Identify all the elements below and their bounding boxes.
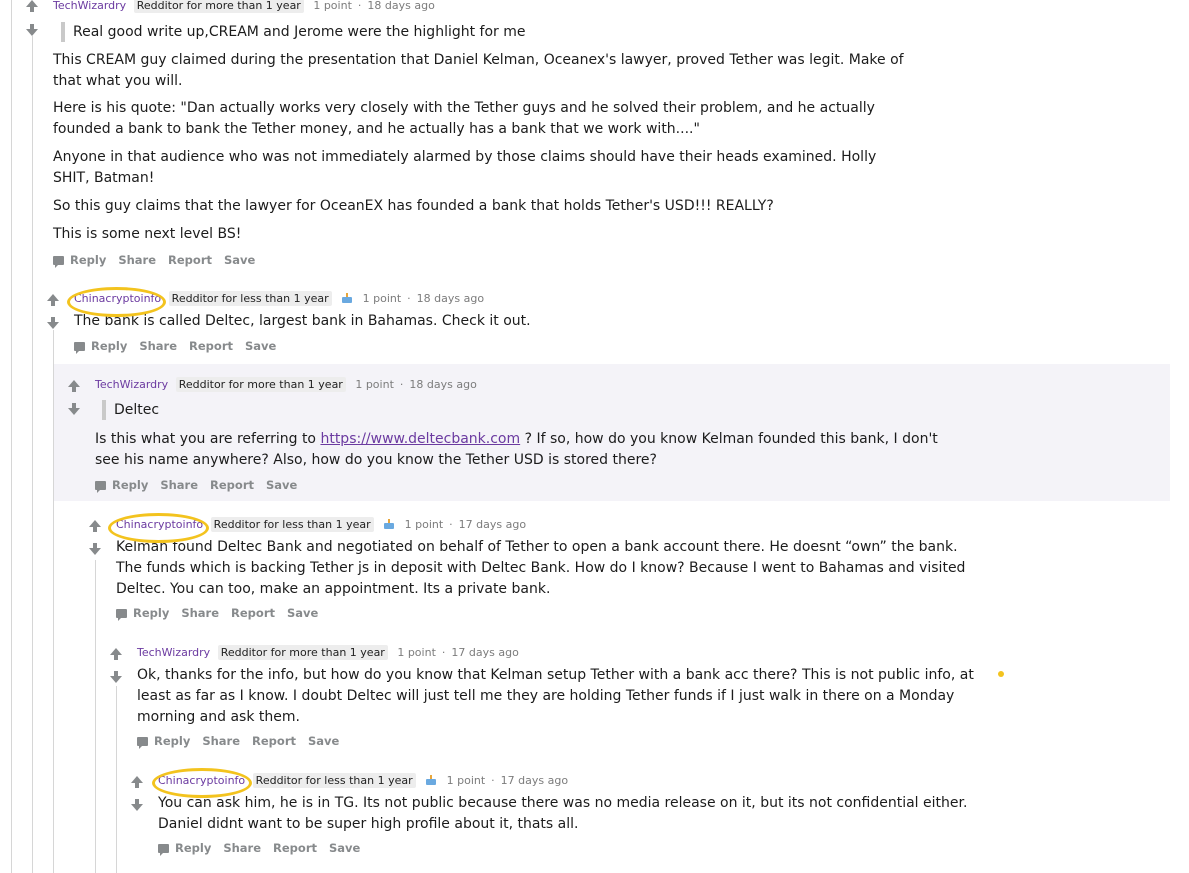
- timestamp[interactable]: 17 days ago: [451, 646, 518, 659]
- comment-meta: Chinacryptoinfo Redditor for less than 1…: [158, 773, 569, 788]
- comment-icon: [137, 737, 148, 749]
- save-button[interactable]: Save: [266, 478, 297, 492]
- user-flair: Redditor for more than 1 year: [175, 377, 346, 392]
- comment-body: This CREAM guy claimed during the presen…: [53, 52, 904, 89]
- upvote-icon[interactable]: [47, 294, 59, 306]
- points: 1 point: [355, 378, 394, 391]
- upvote-icon[interactable]: [89, 520, 101, 532]
- comment-body: Anyone in that audience who was not imme…: [53, 149, 877, 186]
- reply-button[interactable]: Reply: [116, 606, 169, 621]
- points: 1 point: [404, 518, 444, 531]
- thread-line[interactable]: [11, 0, 12, 873]
- comment-actions: Reply Share Report Save: [53, 253, 267, 268]
- upvote-icon[interactable]: [110, 648, 122, 660]
- cake-day-icon: [425, 775, 437, 785]
- username-link[interactable]: Chinacryptoinfo: [74, 292, 161, 305]
- upvote-icon[interactable]: [68, 380, 80, 392]
- upvote-icon[interactable]: [26, 0, 38, 12]
- save-button[interactable]: Save: [245, 339, 276, 353]
- comment-meta: TechWizardry Redditor for more than 1 ye…: [137, 645, 519, 660]
- user-flair: Redditor for more than 1 year: [133, 0, 304, 13]
- quoted-text: Real good write up,CREAM and Jerome were…: [61, 22, 526, 42]
- reply-button[interactable]: Reply: [53, 253, 106, 268]
- timestamp[interactable]: 18 days ago: [409, 378, 476, 391]
- comment-meta: Chinacryptoinfo Redditor for less than 1…: [74, 291, 485, 306]
- comment-icon: [116, 609, 127, 621]
- reply-button[interactable]: Reply: [74, 339, 127, 354]
- timestamp[interactable]: 17 days ago: [459, 518, 526, 531]
- points: 1 point: [313, 0, 352, 12]
- points: 1 point: [397, 646, 436, 659]
- report-button[interactable]: Report: [189, 339, 233, 353]
- comment-body: So this guy claims that the lawyer for O…: [53, 198, 774, 214]
- share-button[interactable]: Share: [223, 841, 261, 855]
- username-link[interactable]: TechWizardry: [95, 378, 168, 391]
- comment-body: Is this what you are referring to https:…: [95, 431, 938, 468]
- comment-actions: Reply Share Report Save: [95, 478, 309, 493]
- downvote-icon[interactable]: [131, 799, 143, 811]
- timestamp[interactable]: 18 days ago: [367, 0, 434, 12]
- thread-line[interactable]: [116, 686, 117, 873]
- username-link[interactable]: TechWizardry: [53, 0, 126, 12]
- upvote-icon[interactable]: [131, 776, 143, 788]
- thread-line[interactable]: [32, 36, 33, 873]
- comment-actions: Reply Share Report Save: [74, 339, 288, 354]
- comment-actions: Reply Share Report Save: [116, 606, 330, 621]
- comment-icon: [158, 844, 169, 856]
- reply-button[interactable]: Reply: [95, 478, 148, 493]
- comment-body: You can ask him, he is in TG. Its not pu…: [158, 795, 968, 832]
- username-link[interactable]: Chinacryptoinfo: [158, 774, 245, 787]
- comment-body: This is some next level BS!: [53, 226, 242, 242]
- comment-icon: [95, 481, 106, 493]
- downvote-icon[interactable]: [110, 671, 122, 683]
- annotation-mark: [998, 671, 1004, 677]
- cake-day-icon: [341, 293, 353, 303]
- save-button[interactable]: Save: [224, 253, 255, 267]
- points: 1 point: [446, 774, 486, 787]
- comment-actions: Reply Share Report Save: [158, 841, 372, 856]
- save-button[interactable]: Save: [329, 841, 360, 855]
- downvote-icon[interactable]: [68, 403, 80, 415]
- timestamp[interactable]: 17 days ago: [501, 774, 568, 787]
- thread-line[interactable]: [95, 560, 96, 873]
- save-button[interactable]: Save: [308, 734, 339, 748]
- comment-icon: [74, 342, 85, 354]
- share-button[interactable]: Share: [118, 253, 156, 267]
- report-button[interactable]: Report: [210, 478, 254, 492]
- comment-icon: [53, 256, 64, 268]
- comment-meta: Chinacryptoinfo Redditor for less than 1…: [116, 517, 527, 532]
- timestamp[interactable]: 18 days ago: [417, 292, 484, 305]
- user-flair: Redditor for more than 1 year: [217, 645, 388, 660]
- comment-actions: Reply Share Report Save: [137, 734, 351, 749]
- report-button[interactable]: Report: [273, 841, 317, 855]
- cake-day-icon: [383, 519, 395, 529]
- comment-body: The bank is called Deltec, largest bank …: [74, 313, 531, 329]
- quoted-text: Deltec: [102, 400, 159, 420]
- reply-button[interactable]: Reply: [137, 734, 190, 749]
- share-button[interactable]: Share: [202, 734, 240, 748]
- user-flair: Redditor for less than 1 year: [210, 517, 374, 532]
- save-button[interactable]: Save: [287, 606, 318, 620]
- points: 1 point: [362, 292, 402, 305]
- user-flair: Redditor for less than 1 year: [252, 773, 416, 788]
- username-link[interactable]: TechWizardry: [137, 646, 210, 659]
- comment-meta: TechWizardry Redditor for more than 1 ye…: [95, 377, 477, 392]
- username-link[interactable]: Chinacryptoinfo: [116, 518, 203, 531]
- downvote-icon[interactable]: [89, 543, 101, 555]
- comment-body: Ok, thanks for the info, but how do you …: [137, 667, 974, 725]
- share-button[interactable]: Share: [160, 478, 198, 492]
- comment-meta: TechWizardry Redditor for more than 1 ye…: [53, 0, 435, 13]
- downvote-icon[interactable]: [47, 317, 59, 329]
- report-button[interactable]: Report: [168, 253, 212, 267]
- share-button[interactable]: Share: [181, 606, 219, 620]
- reply-button[interactable]: Reply: [158, 841, 211, 856]
- downvote-icon[interactable]: [26, 24, 38, 36]
- report-button[interactable]: Report: [252, 734, 296, 748]
- comment-body: Kelman found Deltec Bank and negotiated …: [116, 539, 966, 597]
- comment-body: Here is his quote: "Dan actually works v…: [53, 100, 875, 137]
- deltec-link[interactable]: https://www.deltecbank.com: [320, 431, 520, 447]
- user-flair: Redditor for less than 1 year: [168, 291, 332, 306]
- report-button[interactable]: Report: [231, 606, 275, 620]
- share-button[interactable]: Share: [139, 339, 177, 353]
